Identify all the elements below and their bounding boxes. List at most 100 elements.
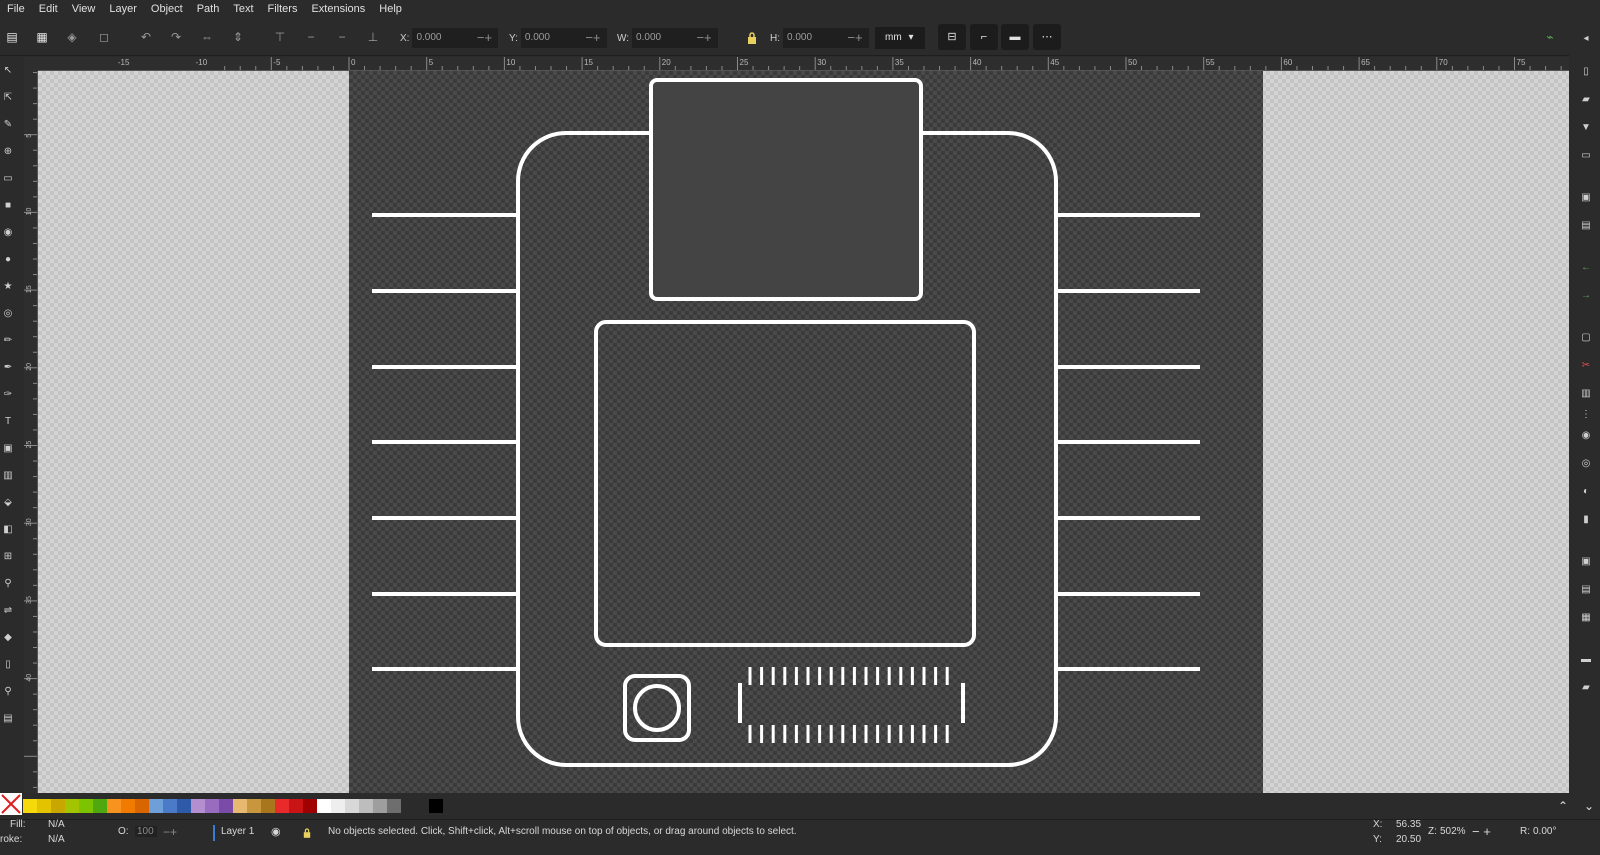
- zoom-drawing-icon[interactable]: ◎: [1579, 457, 1593, 471]
- print-icon[interactable]: ▭: [1579, 149, 1593, 163]
- rectangle-tool-icon[interactable]: ■: [0, 192, 16, 219]
- flip-horizontal-icon[interactable]: ⇔: [198, 28, 216, 46]
- stroke-value[interactable]: N/A: [48, 834, 65, 845]
- redo-icon[interactable]: →: [1579, 289, 1593, 303]
- visibility-eye-icon[interactable]: ◉: [271, 825, 281, 838]
- palette-swatch[interactable]: [93, 799, 107, 813]
- palette-swatch[interactable]: [429, 799, 443, 813]
- palette-swatch[interactable]: [275, 799, 289, 813]
- palette-swatch[interactable]: [401, 799, 415, 813]
- x-input[interactable]: 0.000: [412, 28, 471, 48]
- calligraphy-tool-icon[interactable]: ✑: [0, 381, 16, 408]
- menu-layer[interactable]: Layer: [102, 0, 144, 18]
- palette-swatch[interactable]: [359, 799, 373, 813]
- palette-swatch[interactable]: [261, 799, 275, 813]
- palette-swatch[interactable]: [51, 799, 65, 813]
- zoom-input[interactable]: 502%: [1440, 826, 1466, 837]
- tweak-tool-icon[interactable]: ✎: [0, 111, 16, 138]
- selector-tool-icon[interactable]: ↖: [0, 57, 16, 84]
- horizontal-ruler[interactable]: -15 -10 -5 0 5 10 15 20 25 30 35 40 45 50 55 60 65 70 75: [38, 57, 1569, 71]
- menu-path[interactable]: Path: [190, 0, 227, 18]
- palette-swatch[interactable]: [135, 799, 149, 813]
- pen-tool-icon[interactable]: ✒: [0, 354, 16, 381]
- paint-bucket-tool-icon[interactable]: ⬙: [0, 489, 16, 516]
- palette-swatch[interactable]: [37, 799, 51, 813]
- opacity-stepper[interactable]: −+: [163, 825, 177, 839]
- menu-text[interactable]: Text: [226, 0, 260, 18]
- opacity-input[interactable]: 100: [135, 826, 157, 837]
- scale-stroke-icon[interactable]: ⊟: [938, 24, 966, 50]
- deselect-icon[interactable]: ◻: [95, 28, 113, 46]
- pencil-tool-icon[interactable]: ✏: [0, 327, 16, 354]
- width-stepper[interactable]: −+: [690, 28, 719, 48]
- import-icon[interactable]: ▣: [1579, 191, 1593, 205]
- palette-swatch[interactable]: [387, 799, 401, 813]
- lpe-tool-icon[interactable]: ◆: [0, 624, 16, 651]
- raise-icon[interactable]: −: [302, 28, 320, 46]
- unlink-clone-icon[interactable]: ▤: [1579, 583, 1593, 597]
- spray-tool-icon[interactable]: ▣: [0, 435, 16, 462]
- connector-tool-icon[interactable]: ⇌: [0, 597, 16, 624]
- dropper-tool-icon[interactable]: ⚲: [0, 570, 16, 597]
- palette-swatch[interactable]: [65, 799, 79, 813]
- palette-swatch[interactable]: [79, 799, 93, 813]
- star-tool-icon[interactable]: ★: [0, 273, 16, 300]
- lower-icon[interactable]: −: [333, 28, 351, 46]
- y-stepper[interactable]: −+: [578, 28, 607, 48]
- measure-tool-icon[interactable]: ▭: [0, 165, 16, 192]
- paste-icon[interactable]: ▥: [1579, 387, 1593, 401]
- more-icon[interactable]: ⋮: [1579, 408, 1593, 422]
- palette-swatch[interactable]: [205, 799, 219, 813]
- palette-swatch[interactable]: [219, 799, 233, 813]
- layer-lock-icon[interactable]: [303, 828, 311, 838]
- copy-icon[interactable]: ▢: [1579, 331, 1593, 345]
- menu-view[interactable]: View: [65, 0, 103, 18]
- lower-to-bottom-icon[interactable]: ⊥: [364, 28, 382, 46]
- lock-ratio-icon[interactable]: [747, 32, 757, 44]
- chevron-down-icon[interactable]: ⌄: [1584, 799, 1594, 813]
- gradient-tool-icon[interactable]: ◧: [0, 516, 16, 543]
- mesh-tool-icon[interactable]: ⊞: [0, 543, 16, 570]
- text-font-icon[interactable]: ▰: [1579, 681, 1593, 695]
- rotate-input[interactable]: 0.00°: [1533, 826, 1556, 837]
- fill-value[interactable]: N/A: [48, 819, 65, 830]
- menu-extensions[interactable]: Extensions: [304, 0, 372, 18]
- palette-swatch[interactable]: [317, 799, 331, 813]
- raise-to-top-icon[interactable]: ⊤: [271, 28, 289, 46]
- palette-swatch[interactable]: [121, 799, 135, 813]
- palette-swatch[interactable]: [163, 799, 177, 813]
- select-all-icon[interactable]: ▦: [33, 28, 51, 46]
- rotate-ccw-icon[interactable]: ↶: [137, 28, 155, 46]
- open-icon[interactable]: ▰: [1579, 93, 1593, 107]
- zoom-page-icon[interactable]: ◐: [1579, 485, 1593, 499]
- clipboard-icon[interactable]: ▤: [0, 705, 16, 732]
- ellipse-tool-icon[interactable]: ●: [0, 246, 16, 273]
- palette-swatch[interactable]: [373, 799, 387, 813]
- new-document-icon[interactable]: ▤: [3, 28, 21, 46]
- zoom-selection-icon[interactable]: ◉: [1579, 429, 1593, 443]
- menu-file[interactable]: File: [0, 0, 32, 18]
- palette-swatch[interactable]: [149, 799, 163, 813]
- eraser-tool-icon[interactable]: ▥: [0, 462, 16, 489]
- canvas[interactable]: [38, 71, 1569, 793]
- menu-filters[interactable]: Filters: [261, 0, 305, 18]
- palette-swatch[interactable]: [247, 799, 261, 813]
- unit-select[interactable]: mm ▾: [875, 27, 925, 49]
- palette-swatch[interactable]: [23, 799, 37, 813]
- cut-icon[interactable]: ✂: [1579, 359, 1593, 373]
- width-input[interactable]: 0.000: [632, 28, 691, 48]
- palette-swatch[interactable]: [303, 799, 317, 813]
- palette-swatch[interactable]: [177, 799, 191, 813]
- select-all-layers-icon[interactable]: ◈: [63, 28, 81, 46]
- scale-corners-icon[interactable]: ⌐: [970, 24, 998, 50]
- collapse-icon[interactable]: ◂: [1579, 32, 1593, 46]
- search-icon[interactable]: ⚲: [0, 678, 16, 705]
- transform-gradients-icon[interactable]: ▬: [1001, 24, 1029, 50]
- zoom-tool-icon[interactable]: ⊕: [0, 138, 16, 165]
- clone-icon[interactable]: ▣: [1579, 555, 1593, 569]
- palette-swatch[interactable]: [331, 799, 345, 813]
- fill-stroke-icon[interactable]: ▬: [1579, 653, 1593, 667]
- chevron-up-icon[interactable]: ⌃: [1558, 799, 1568, 813]
- node-tool-icon[interactable]: ⇱: [0, 84, 16, 111]
- palette-swatch[interactable]: [107, 799, 121, 813]
